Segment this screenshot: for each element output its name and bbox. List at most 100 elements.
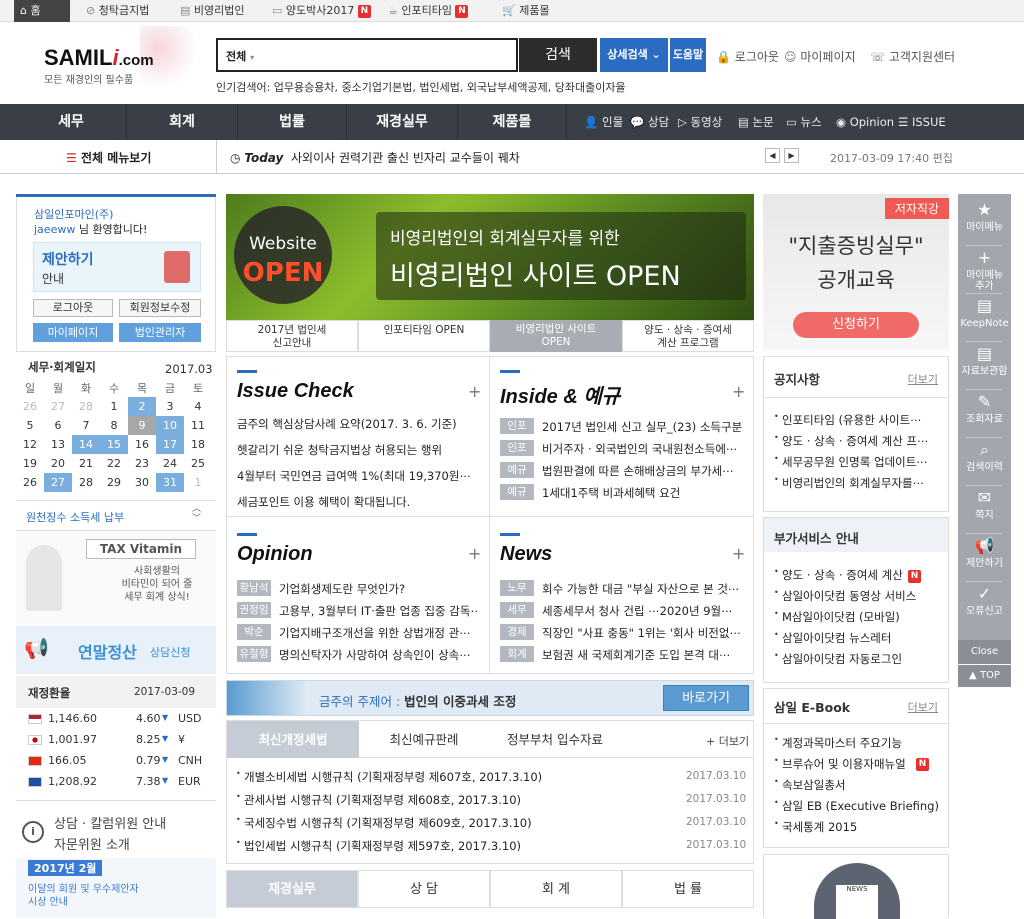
opinion-more-plus-icon[interactable]: + [468, 544, 481, 563]
main-banner[interactable]: Website OPEN 비영리법인의 회계실무자를 위한 비영리법인 사이트 … [226, 194, 754, 320]
banner-tab[interactable]: 양도 · 상속 · 증여세 계산 프로그램 [622, 320, 754, 352]
suggest-banner[interactable]: 제안하기 안내 [33, 242, 201, 292]
calendar-day[interactable]: 5 [16, 416, 44, 435]
opinion-title[interactable]: Opinion [237, 543, 313, 566]
list-item[interactable]: 양도 · 상속 · 증여세 계산 프⋯ [782, 433, 947, 449]
banner-tab[interactable]: 인포티타임 OPEN [358, 320, 490, 352]
calendar-day[interactable]: 19 [16, 454, 44, 473]
list-item[interactable]: M삼일아이닷컴 (모바일) [782, 609, 947, 625]
list-item[interactable]: 기업지배구조개선을 위한 상법개정 관⋯ [279, 625, 477, 641]
bottom-tab[interactable]: 회 계 [490, 870, 622, 908]
law-item[interactable]: 관세사법 시행규칙 (기획재정부령 제608호, 2017.3.10) [244, 792, 664, 808]
issue-more-plus-icon[interactable]: + [468, 382, 481, 401]
calendar-day[interactable]: 26 [16, 397, 44, 416]
law-item[interactable]: 개별소비세법 시행규칙 (기획재정부령 제607호, 2017.3.10) [244, 769, 664, 785]
tax-vitamin-banner[interactable]: TAX Vitamin 사회생활의 비타민이 되어 줄 세무 회계 상식! [16, 530, 216, 624]
list-item[interactable]: 속보삼일총서 [782, 777, 947, 793]
nav-consult[interactable]: 💬 상담 [630, 104, 669, 140]
banner-tab[interactable]: 2017년 법인세 신고안내 [226, 320, 358, 352]
list-item[interactable]: 명의신탁자가 사망하여 상속인이 상속⋯ [279, 647, 477, 663]
calendar-day[interactable]: 31 [156, 473, 184, 492]
list-item[interactable]: 인포티타임 (유용한 사이트⋯ [782, 412, 947, 428]
nav-finance-practice[interactable]: 재경실무 [347, 104, 457, 140]
news-title[interactable]: News [500, 543, 552, 566]
calendar-day[interactable]: 6 [44, 416, 72, 435]
inside-more-plus-icon[interactable]: + [732, 382, 745, 401]
list-item[interactable]: 직장인 "사표 충동" 1위는 '회사 비전없⋯ [542, 625, 744, 641]
popular-keywords[interactable]: 인기검색어: 업무용승용차, 중소기업기본법, 법인세법, 외국납부세액공제, … [216, 79, 626, 95]
rail-item[interactable]: 제안하기 [958, 558, 1011, 569]
support-link[interactable]: ☏ 고객지원센터 [870, 48, 955, 65]
rail-item[interactable]: 쪽지 [958, 510, 1011, 521]
home-link[interactable]: ⌂ 홈 [14, 0, 70, 22]
calendar-day[interactable]: 8 [100, 416, 128, 435]
calendar-day[interactable]: 11 [184, 416, 212, 435]
law-item[interactable]: 법인세법 시행규칙 (기획재정부령 제597호, 2017.3.10) [244, 838, 664, 854]
list-item[interactable]: 2017년 법인세 신고 실무_(23) 소득구분 [542, 419, 744, 435]
calendar-day[interactable]: 24 [156, 454, 184, 473]
list-item[interactable]: 삼일 EB (Executive Briefing) [782, 798, 947, 814]
nav-people[interactable]: 👤 인물 [584, 104, 623, 140]
withholding-link[interactable]: 원천징수 소득세 납부 [26, 509, 124, 525]
topbar-link-transfer[interactable]: ▭ 양도박사2017 N [266, 0, 371, 22]
updown-arrow-icon[interactable]: ︿ ﹀ [192, 504, 201, 524]
banner-tab[interactable]: 비영리법인 사이트 OPEN [490, 320, 622, 352]
topbar-link-infotime[interactable]: ☕ 인포티타임 N [382, 0, 469, 22]
tab-latest-tax-law[interactable]: 최신개정세법 [227, 721, 359, 758]
search-scope-select[interactable]: 전체 ▾ [226, 48, 254, 64]
calendar-day[interactable]: 10 [156, 416, 184, 435]
calendar-day[interactable]: 13 [44, 435, 72, 454]
list-item[interactable]: 보험권 새 국제회계기준 도입 본격 대⋯ [542, 647, 744, 663]
logo[interactable]: SAMILi.com [44, 45, 154, 71]
list-item[interactable]: 회수 가능한 대금 "부실 자산으로 본 것⋯ [542, 581, 744, 597]
calendar-day[interactable]: 9 [128, 416, 156, 435]
calendar-day[interactable]: 28 [72, 397, 100, 416]
list-item[interactable]: 양도 · 상속 · 증여세 계산 [782, 567, 947, 583]
rail-item[interactable]: 검색이력 [958, 462, 1011, 473]
calendar-day[interactable]: 30 [128, 473, 156, 492]
bottom-tab[interactable]: 재경실무 [226, 870, 358, 908]
inside-title[interactable]: Inside & 예규 [500, 380, 620, 409]
list-item[interactable]: 4월부터 국민연금 급여액 1%(최대 19,370원⋯ [237, 468, 477, 484]
corp-admin-button[interactable]: 법인관리자 [119, 323, 201, 342]
calendar-day[interactable]: 25 [184, 454, 212, 473]
ebook-more-link[interactable]: 더보기 [908, 699, 938, 715]
search-button[interactable]: 검색 [519, 38, 597, 72]
list-item[interactable]: 세종세무서 청사 건립 ⋯2020년 9월⋯ [542, 603, 744, 619]
rail-item[interactable]: 조회자료 [958, 414, 1011, 425]
lecture-ad[interactable]: 저자직강 "지출증빙실무" 공개교육 신청하기 [763, 194, 949, 350]
nav-papers[interactable]: ▤ 논문 [738, 104, 774, 140]
list-item[interactable]: 세금포인트 이용 혜택이 확대됩니다. [237, 494, 477, 510]
calendar-day[interactable]: 29 [100, 473, 128, 492]
nav-opinion[interactable]: ◉ Opinion [836, 104, 894, 140]
issue-check-title[interactable]: Issue Check [237, 380, 354, 403]
list-item[interactable]: 법원판결에 따른 손해배상금의 부가세⋯ [542, 463, 744, 479]
nav-tax[interactable]: 세무 [16, 104, 126, 140]
logout-button[interactable]: 로그아웃 [33, 299, 113, 317]
monthly-award-banner[interactable]: 2017년 2월 이달의 회원 및 우수제안자 시상 안내 [16, 858, 216, 918]
ticker-prev-button[interactable]: ◀ [765, 148, 780, 163]
topbar-link-antigraft[interactable]: ⊘ 청탁금지법 [80, 0, 149, 22]
tab-latest-rulings[interactable]: 최신예규판례 [359, 721, 489, 758]
calendar-day[interactable]: 4 [184, 397, 212, 416]
calendar-day[interactable]: 21 [72, 454, 100, 473]
yearend-banner[interactable]: 📢 연말정산 상담신청 [16, 626, 216, 674]
list-item[interactable]: 비영리법인의 회계실무자를⋯ [782, 475, 947, 491]
calendar-day[interactable]: 27 [44, 473, 72, 492]
logout-link[interactable]: 🔒 로그아웃 [716, 48, 779, 65]
calendar-day[interactable]: 3 [156, 397, 184, 416]
tab-gov-materials[interactable]: 정부부처 입수자료 [489, 721, 621, 758]
search-input[interactable]: 전체 ▾ [216, 38, 518, 72]
nav-accounting[interactable]: 회계 [127, 104, 237, 140]
calendar-day[interactable]: 1 [184, 473, 212, 492]
calendar-day[interactable]: 18 [184, 435, 212, 454]
rail-item[interactable]: 자료보관함 [958, 366, 1011, 377]
list-item[interactable]: 계정과목마스터 주요기능 [782, 735, 947, 751]
calendar-day[interactable]: 17 [156, 435, 184, 454]
calendar-day[interactable]: 27 [44, 397, 72, 416]
rail-item[interactable]: 마이메뉴 추가 [958, 270, 1011, 292]
rail-item[interactable]: 오류신고 [958, 606, 1011, 617]
list-item[interactable]: 1세대1주택 비과세혜택 요건 [542, 485, 744, 501]
list-item[interactable]: 삼일아이닷컴 뉴스레터 [782, 630, 947, 646]
calendar-day[interactable]: 15 [100, 435, 128, 454]
